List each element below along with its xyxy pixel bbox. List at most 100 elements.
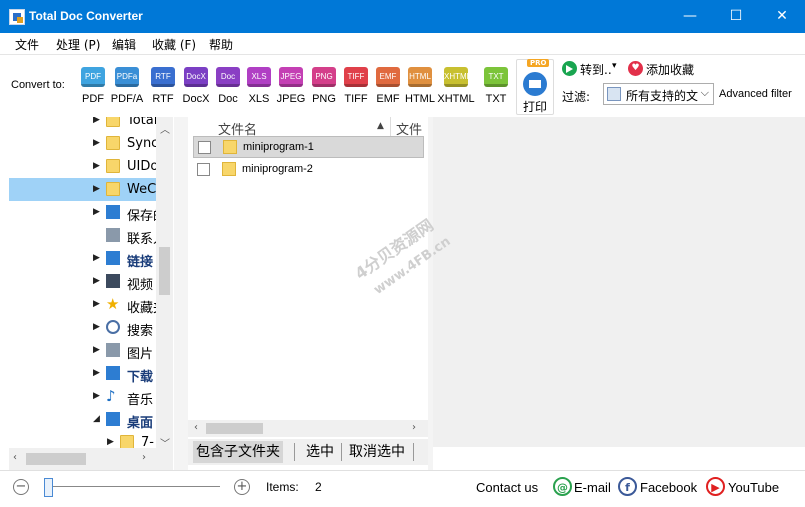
file-row[interactable]: miniprogram-2 — [193, 159, 424, 181]
expand-arrow-icon[interactable]: ▶ — [93, 138, 100, 148]
expand-arrow-icon[interactable]: ▶ — [93, 207, 100, 217]
filter-select[interactable]: 所有支持的文件 ⌵ — [603, 83, 714, 105]
menu-help[interactable]: 帮助 — [209, 36, 233, 53]
format-label: TXT — [485, 93, 507, 105]
tree-item[interactable]: ▶ ♪ 音乐 — [9, 385, 158, 409]
goto-button[interactable]: 转到.. — [580, 61, 612, 78]
expanded-arrow-icon[interactable]: ◢ — [93, 414, 100, 424]
convert-xhtml-button[interactable]: XHTML XHTML — [437, 67, 475, 105]
expand-arrow-icon[interactable]: ▶ — [93, 161, 100, 171]
add-favorite-button[interactable]: 添加收藏 — [646, 61, 694, 78]
convert-pdfa-button[interactable]: PDFa PDF/A — [111, 67, 143, 105]
file-row[interactable]: miniprogram-1 — [193, 136, 424, 158]
file-list: 文件名 ▲ 文件 miniprogram-1 miniprogram-2 — [188, 117, 428, 437]
expand-arrow-icon[interactable]: ▶ — [93, 276, 100, 286]
jpeg-icon: JPEG — [279, 67, 303, 87]
close-button[interactable]: ✕ — [759, 0, 805, 33]
title-bar: Total Doc Converter — ☐ ✕ — [0, 0, 805, 33]
tree-item[interactable]: ▶ Sync — [9, 132, 158, 155]
tree-item[interactable]: ▶ 搜索 — [9, 316, 158, 339]
menu-edit[interactable]: 编辑 — [112, 36, 136, 53]
convert-html-button[interactable]: HTML HTML — [405, 67, 435, 105]
divider — [413, 443, 414, 461]
tree-item[interactable]: ▶ ★ 收藏夹 — [9, 293, 158, 317]
music-icon: ♪ — [106, 387, 116, 405]
expand-arrow-icon[interactable]: ▶ — [93, 345, 100, 355]
tree-item[interactable]: ▶ Total — [9, 117, 158, 132]
file-list-scroll-thumb[interactable] — [206, 423, 263, 434]
email-link[interactable]: E-mail — [574, 480, 611, 495]
zoom-slider-thumb[interactable] — [44, 478, 53, 497]
tree-item[interactable]: ▶ 图片 — [9, 339, 158, 362]
expand-arrow-icon[interactable]: ▶ — [93, 391, 100, 401]
preview-pane — [433, 117, 805, 447]
expand-arrow-icon[interactable]: ▶ — [93, 117, 100, 125]
tree-item[interactable]: ▶ 保存的游戏 — [9, 201, 158, 224]
tree-hscroll-thumb[interactable] — [26, 453, 86, 465]
scroll-up-icon[interactable]: ︿ — [160, 121, 170, 136]
expand-arrow-icon[interactable]: ▶ — [93, 322, 100, 332]
scroll-right-icon[interactable]: › — [142, 452, 146, 463]
expand-arrow-icon[interactable]: ▶ — [93, 253, 100, 263]
html-icon: HTML — [408, 67, 432, 87]
items-label: Items: — [266, 480, 299, 494]
expand-arrow-icon[interactable]: ▶ — [93, 184, 100, 194]
file-name: miniprogram-1 — [243, 141, 314, 153]
scroll-left-icon[interactable]: ‹ — [194, 422, 198, 433]
tree-horizontal-scrollbar[interactable]: ‹ › — [9, 448, 156, 470]
youtube-link[interactable]: YouTube — [728, 480, 779, 495]
facebook-link[interactable]: Facebook — [640, 480, 697, 495]
menu-favorites[interactable]: 收藏 (F) — [152, 36, 196, 53]
pdfa-icon: PDFa — [115, 67, 139, 87]
zoom-in-button[interactable]: + — [234, 479, 250, 495]
scroll-down-icon[interactable]: ﹀ — [160, 435, 170, 450]
tree-item[interactable]: ▶ 链接 — [9, 247, 158, 270]
tree-item[interactable]: 联系人 — [9, 224, 158, 247]
folder-icon — [106, 182, 120, 196]
facebook-icon[interactable]: f — [618, 477, 637, 496]
goto-arrow-icon[interactable] — [562, 61, 577, 76]
tree-item[interactable]: ▶ WeChat — [9, 178, 158, 201]
convert-txt-button[interactable]: TXT TXT — [481, 67, 511, 105]
goto-dropdown-icon[interactable]: ▾ — [612, 61, 617, 71]
saved-games-icon — [106, 205, 120, 219]
scroll-left-icon[interactable]: ‹ — [13, 452, 17, 463]
tree-scroll-thumb[interactable] — [159, 247, 170, 295]
tree-item-label: 桌面 — [127, 416, 154, 431]
rtf-icon: RTF — [151, 67, 175, 87]
scroll-right-icon[interactable]: › — [412, 422, 416, 433]
column-divider[interactable] — [390, 117, 391, 137]
include-subfolders-button[interactable]: 包含子文件夹 — [193, 441, 283, 463]
chevron-down-icon[interactable]: ⌵ — [701, 86, 709, 100]
file-list-horizontal-scrollbar[interactable]: ‹ › — [188, 420, 428, 437]
left-splitter[interactable] — [174, 117, 188, 470]
youtube-icon[interactable]: ▶ — [706, 477, 725, 496]
menu-process[interactable]: 处理 (P) — [56, 36, 100, 53]
tree-item[interactable]: ▶ 视频 — [9, 270, 158, 293]
maximize-button[interactable]: ☐ — [713, 0, 759, 33]
select-button[interactable]: 选中 — [303, 441, 337, 463]
menu-file[interactable]: 文件 — [15, 36, 39, 53]
expand-arrow-icon[interactable]: ▶ — [107, 437, 114, 447]
expand-arrow-icon[interactable]: ▶ — [93, 299, 100, 309]
deselect-button[interactable]: 取消选中 — [346, 441, 408, 463]
advanced-filter-link[interactable]: Advanced filter — [719, 88, 792, 100]
heart-icon[interactable]: ♥ — [628, 61, 643, 76]
zoom-out-button[interactable]: − — [13, 479, 29, 495]
row-checkbox[interactable] — [197, 163, 210, 176]
tree-item-label: 音乐 — [127, 393, 154, 408]
folder-icon — [223, 140, 237, 154]
row-checkbox[interactable] — [198, 141, 211, 154]
tree-item-label: WeChat — [127, 182, 158, 197]
tree-item-label: Sync — [127, 136, 158, 151]
email-icon[interactable]: @ — [553, 477, 572, 496]
minimize-button[interactable]: — — [667, 0, 713, 33]
toolbar: Convert to: PDF PDF PDFa PDF/A RTF RTF DocX Doc… — [0, 55, 805, 117]
print-button[interactable]: PRO 打印 — [516, 59, 554, 115]
tree-vertical-scrollbar[interactable]: ︿ ﹀ — [156, 117, 173, 470]
tree-item[interactable]: ◢ 桌面 — [9, 408, 158, 431]
tree-item[interactable]: ▶ UIDownloads — [9, 155, 158, 178]
tree-item[interactable]: ▶ 下载 — [9, 362, 158, 385]
zoom-slider-track[interactable] — [44, 486, 220, 487]
expand-arrow-icon[interactable]: ▶ — [93, 368, 100, 378]
